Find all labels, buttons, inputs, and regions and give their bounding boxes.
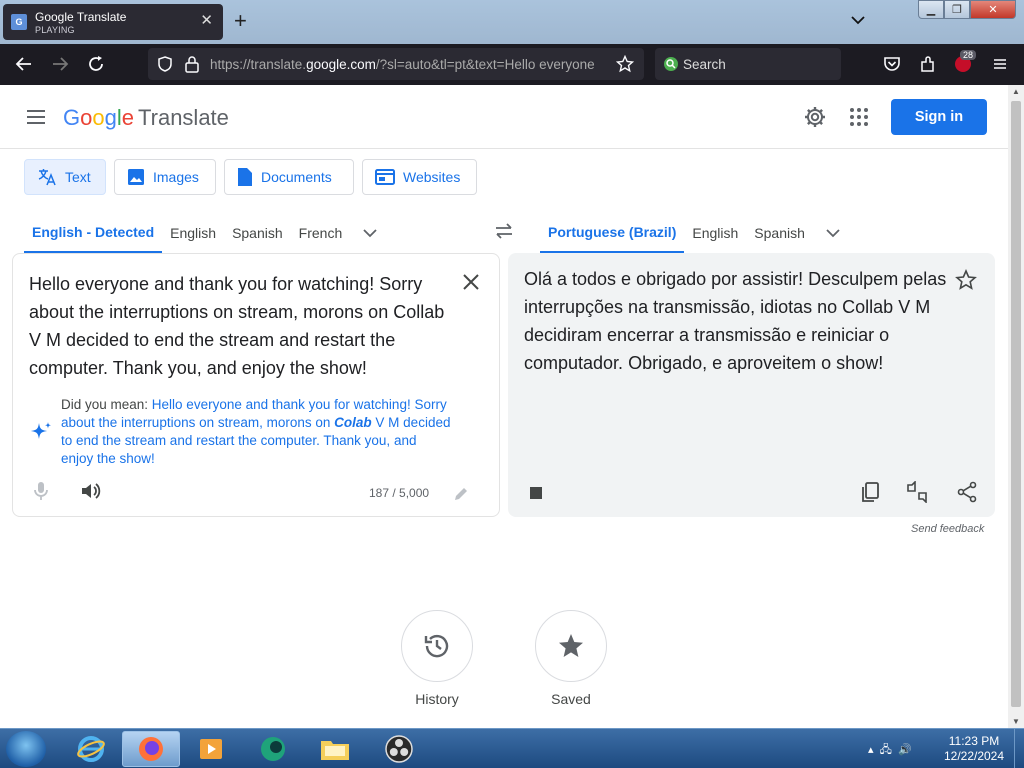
system-tray[interactable]: ▴ 🖧 🔊 [868,741,912,760]
chevron-down-icon[interactable] [850,12,866,28]
tab-title: Google Translate [35,10,127,24]
internet-explorer-icon[interactable] [62,731,120,767]
translate-page: Google Translate Sign in Text Images Docu… [0,85,1008,728]
search-engine-icon [664,57,678,71]
menu-icon[interactable] [990,54,1010,74]
maximize-icon[interactable]: ❐ [944,0,970,19]
google-translate-logo[interactable]: Google Translate [63,105,229,131]
document-icon [238,168,252,186]
target-lang-more[interactable] [813,213,853,253]
source-lang-spanish[interactable]: Spanish [224,213,291,253]
stop-audio-icon[interactable] [530,487,542,499]
close-window-icon[interactable]: ✕ [970,0,1016,19]
back-arrow-icon[interactable] [14,54,34,74]
new-tab-icon[interactable]: + [234,9,247,33]
start-button-icon[interactable] [6,731,46,767]
apps-grid-icon[interactable] [847,105,871,129]
shield-icon[interactable] [156,55,174,73]
history-button[interactable] [401,610,473,682]
target-lang-spanish[interactable]: Spanish [746,213,813,253]
file-explorer-icon[interactable] [306,731,364,767]
page-scrollbar[interactable]: ▲ ▼ [1008,85,1024,728]
show-desktop-button[interactable] [1014,729,1024,768]
extensions-icon[interactable] [918,54,938,74]
source-lang-detected[interactable]: English - Detected [24,213,163,253]
clear-text-icon[interactable] [461,272,481,292]
share-icon[interactable] [956,481,978,503]
source-language-bar: English - Detected English Spanish Frenc… [24,213,390,253]
image-icon [128,169,144,185]
clock-date: 12/22/2024 [943,749,1005,763]
reload-icon[interactable] [86,54,106,74]
url-text: https://translate.google.com/?sl=auto&tl… [210,57,595,72]
clock-time: 11:23 PM [948,734,1000,748]
scrollbar-thumb[interactable] [1011,101,1021,707]
app-globe-icon[interactable] [244,731,302,767]
minimize-icon[interactable]: ▁ [918,0,944,19]
tab-close-icon[interactable]: ✕ [200,13,213,29]
saved-button[interactable] [535,610,607,682]
obs-studio-icon[interactable] [370,731,428,767]
bookmark-star-icon[interactable] [616,55,634,73]
copy-icon[interactable] [860,481,882,503]
tab-text[interactable]: Text [24,159,106,195]
source-lang-english[interactable]: English [162,213,224,253]
media-player-icon[interactable] [182,731,240,767]
source-lang-french[interactable]: French [291,213,351,253]
lock-icon[interactable] [184,55,200,73]
translation-mode-tabs: Text Images Documents Websites [24,159,477,195]
search-placeholder: Search [683,57,726,72]
page-header: Google Translate Sign in [0,85,1008,149]
tab-images[interactable]: Images [114,159,216,195]
microphone-icon[interactable] [31,480,51,502]
listen-speaker-icon[interactable] [79,480,101,502]
chevron-down-icon [363,229,377,238]
settings-gear-icon[interactable] [803,105,827,129]
sign-in-button[interactable]: Sign in [891,99,987,135]
extension-badge: 28 [960,50,977,60]
source-text-panel: Hello everyone and thank you for watchin… [12,253,500,517]
history-icon [424,634,449,658]
save-translation-star-icon[interactable] [955,269,977,291]
saved-label: Saved [551,691,591,707]
firefox-taskbar-icon[interactable] [122,731,180,767]
swap-languages-icon[interactable] [493,220,515,242]
browser-tab[interactable]: G Google Translate PLAYING ✕ [3,4,223,40]
translation-output-panel: Olá a todos e obrigado por assistir! Des… [508,253,995,517]
target-lang-portuguese[interactable]: Portuguese (Brazil) [540,213,685,253]
pocket-icon[interactable] [882,54,902,74]
website-icon [375,169,395,185]
window-controls: ▁ ❐ ✕ [918,0,1016,19]
source-lang-more[interactable] [350,213,390,253]
scroll-up-icon[interactable]: ▲ [1012,87,1020,96]
source-textarea[interactable]: Hello everyone and thank you for watchin… [29,270,459,382]
rate-translation-icon[interactable] [906,481,928,503]
address-bar[interactable]: https://translate.google.com/?sl=auto&tl… [148,48,644,80]
taskbar-clock[interactable]: 11:23 PM 12/22/2024 [936,734,1012,764]
windows-taskbar: ▴ 🖧 🔊 11:23 PM 12/22/2024 [0,728,1024,768]
pencil-edit-icon[interactable] [453,486,469,502]
sparkle-icon [31,422,51,439]
history-label: History [415,691,459,707]
saved-star-icon [559,634,583,657]
character-count: 187 / 5,000 [369,486,430,500]
translate-favicon-icon: G [11,14,27,30]
forward-arrow-icon[interactable] [50,54,70,74]
translated-text: Olá a todos e obrigado por assistir! Des… [524,269,947,373]
send-feedback-link[interactable]: Send feedback [911,523,984,535]
chevron-down-icon [826,229,840,238]
translate-icon [38,169,56,186]
hamburger-menu-icon[interactable] [26,109,46,125]
tab-audio-status: PLAYING [35,25,75,35]
search-bar[interactable]: Search [655,48,841,80]
tab-documents[interactable]: Documents [224,159,354,195]
did-you-mean-suggestion[interactable]: Did you mean: Hello everyone and thank y… [61,396,451,468]
browser-tab-strip: G Google Translate PLAYING ✕ + ▁ ❐ ✕ [0,0,1024,44]
target-language-bar: Portuguese (Brazil) English Spanish [540,213,853,253]
tab-websites[interactable]: Websites [362,159,477,195]
scroll-down-icon[interactable]: ▼ [1012,717,1020,726]
browser-toolbar: https://translate.google.com/?sl=auto&tl… [0,44,1024,85]
target-lang-english[interactable]: English [684,213,746,253]
